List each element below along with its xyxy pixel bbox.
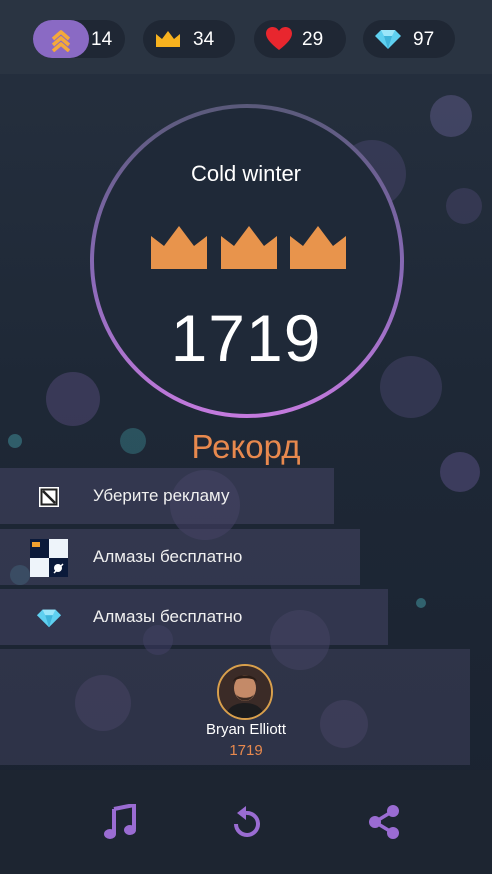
no-ads-icon bbox=[30, 478, 68, 516]
free-diamonds-row[interactable]: Алмазы бесплатно bbox=[0, 589, 388, 645]
diamonds-value: 97 bbox=[413, 29, 435, 50]
menu-item-label: Алмазы бесплатно bbox=[93, 547, 243, 566]
crown-icon bbox=[221, 226, 277, 269]
heart-icon bbox=[260, 20, 298, 58]
record-label: Рекорд bbox=[191, 428, 301, 465]
replay-icon bbox=[234, 806, 260, 837]
crown-icon bbox=[151, 226, 207, 269]
crown-rating bbox=[150, 224, 348, 270]
lives-stat[interactable]: 29 bbox=[254, 20, 346, 58]
lives-value: 29 bbox=[302, 29, 324, 50]
stats-bar: 14 34 29 97 bbox=[0, 0, 492, 74]
crown-icon bbox=[290, 226, 346, 269]
replay-button[interactable] bbox=[226, 800, 266, 844]
share-button[interactable] bbox=[364, 800, 404, 844]
bokeh-light bbox=[416, 598, 426, 608]
remove-ads-row[interactable]: Уберите рекламу bbox=[0, 468, 334, 524]
bokeh-light bbox=[446, 188, 482, 224]
bokeh-light bbox=[430, 95, 472, 137]
diamonds-stat[interactable]: 97 bbox=[363, 20, 455, 58]
crowns-value: 34 bbox=[193, 29, 215, 50]
player-name: Bryan Elliott bbox=[205, 721, 287, 738]
level-stat[interactable]: 14 bbox=[33, 20, 125, 58]
diamond-icon bbox=[369, 20, 407, 58]
diamond-icon bbox=[30, 599, 68, 637]
menu-item-label: Алмазы бесплатно bbox=[93, 607, 243, 626]
song-title: Cold winter bbox=[190, 161, 302, 186]
avatar[interactable] bbox=[217, 664, 273, 720]
share-icon bbox=[369, 805, 399, 839]
piano-tiles-app-icon bbox=[30, 539, 68, 577]
score-value: 1719 bbox=[170, 301, 322, 375]
crowns-stat[interactable]: 34 bbox=[143, 20, 235, 58]
free-diamonds-app-row[interactable]: Алмазы бесплатно bbox=[0, 529, 360, 585]
music-button[interactable] bbox=[100, 800, 140, 844]
crown-icon bbox=[149, 20, 187, 58]
level-chevrons-icon bbox=[33, 20, 89, 58]
level-value: 14 bbox=[91, 29, 113, 50]
bokeh-light bbox=[46, 372, 100, 426]
menu-item-label: Уберите рекламу bbox=[93, 486, 230, 505]
player-score: 1719 bbox=[229, 742, 263, 759]
music-icon bbox=[104, 804, 136, 839]
